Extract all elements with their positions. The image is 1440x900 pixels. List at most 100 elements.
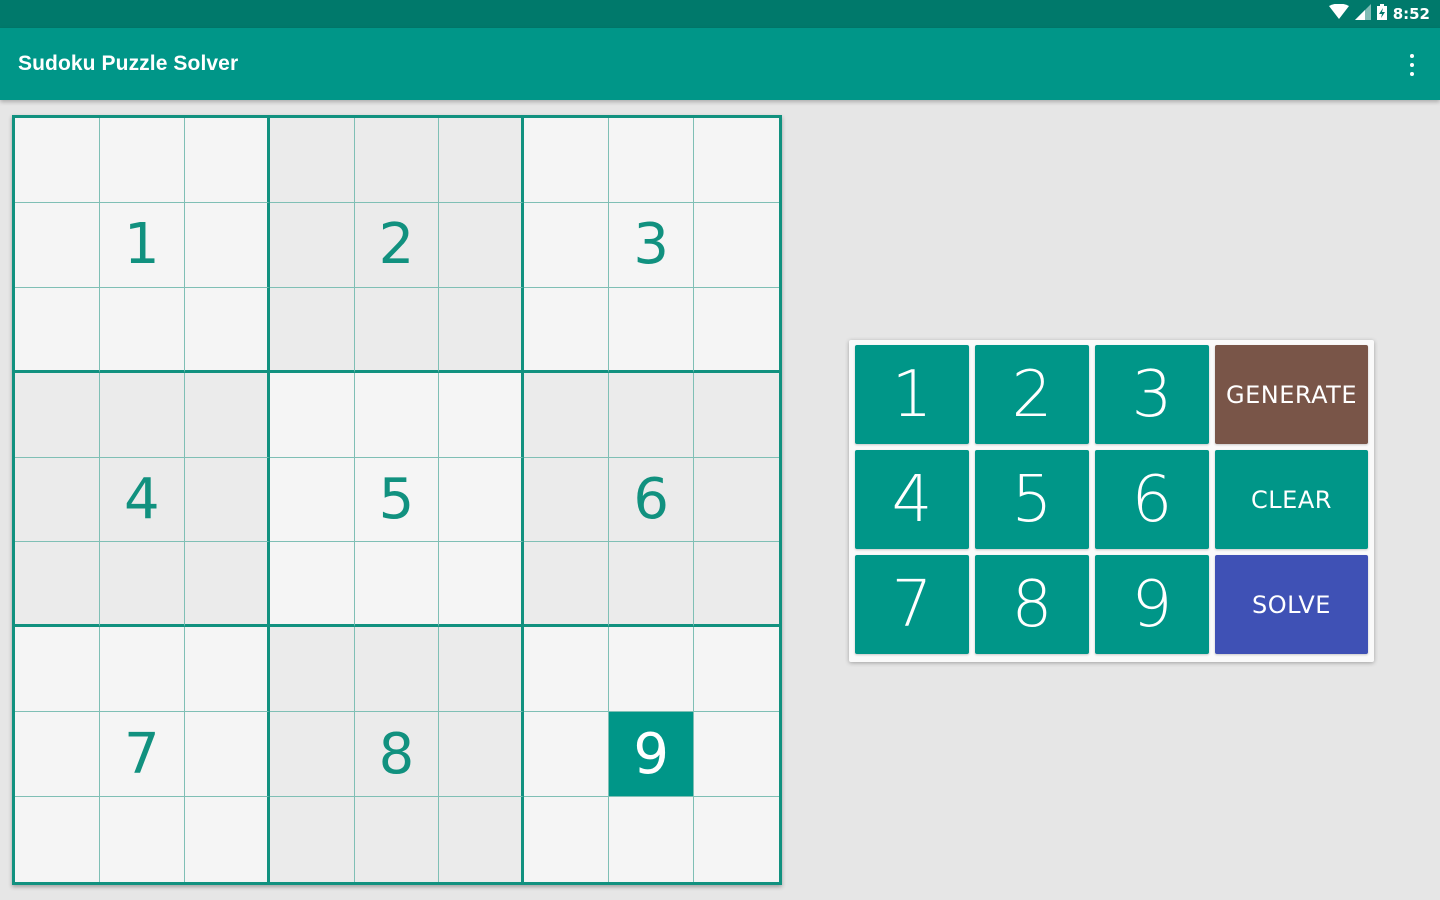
board-cell[interactable] [524,457,610,543]
board-cell[interactable] [609,797,695,882]
board-cell[interactable]: 1 [99,202,185,288]
board-cell[interactable] [15,118,100,203]
board-cell[interactable] [439,202,525,288]
board-cell[interactable] [184,457,270,543]
board-cell[interactable] [269,287,355,373]
key-6[interactable]: 6 [1095,450,1209,549]
board-cell[interactable]: 4 [99,457,185,543]
solve-button[interactable]: SOLVE [1215,555,1368,654]
board-cell[interactable]: 6 [609,457,695,543]
board-cell[interactable] [524,372,610,458]
battery-charging-icon [1376,3,1387,25]
board-cell[interactable] [184,712,270,798]
board-cell[interactable] [439,118,525,203]
board-cell[interactable] [15,627,100,713]
board-cell[interactable] [15,457,100,543]
key-1[interactable]: 1 [855,345,969,444]
board-cell[interactable] [524,287,610,373]
board-cell[interactable] [694,712,779,798]
board-cell[interactable]: 2 [354,202,440,288]
key-2[interactable]: 2 [975,345,1089,444]
key-7[interactable]: 7 [855,555,969,654]
board-cell[interactable] [99,118,185,203]
board-cell[interactable] [15,287,100,373]
status-bar: 8:52 [0,0,1440,28]
board-cell[interactable]: 8 [354,712,440,798]
key-4[interactable]: 4 [855,450,969,549]
board-cell[interactable] [184,118,270,203]
board-cell[interactable] [269,797,355,882]
board-cell[interactable] [439,627,525,713]
board-cell[interactable] [99,372,185,458]
board-cell[interactable] [99,797,185,882]
board-cell[interactable] [15,712,100,798]
board-cell[interactable] [694,797,779,882]
board-cell[interactable] [269,457,355,543]
board-cell[interactable] [184,797,270,882]
board-cell[interactable] [15,797,100,882]
key-9[interactable]: 9 [1095,555,1209,654]
board-cell[interactable] [354,118,440,203]
board-cell[interactable] [609,542,695,628]
board-cell[interactable]: 5 [354,457,440,543]
board-cell[interactable] [439,372,525,458]
board-cell[interactable] [694,372,779,458]
board-cell[interactable] [694,457,779,543]
board-cell[interactable] [694,118,779,203]
board-cell[interactable] [184,372,270,458]
board-cell[interactable] [269,118,355,203]
board-cell[interactable] [439,797,525,882]
board-cell[interactable] [354,372,440,458]
board-cell[interactable] [269,627,355,713]
more-vert-icon[interactable] [1406,54,1418,76]
board-cell[interactable] [269,202,355,288]
board-cell[interactable] [524,797,610,882]
board-cell[interactable] [15,542,100,628]
sudoku-board: 1 2 3 4 5 6 7 8 9 [12,115,782,885]
board-cell[interactable] [354,797,440,882]
board-cell[interactable] [609,627,695,713]
board-cell[interactable] [269,372,355,458]
menu-dot [1410,63,1414,67]
board-cell[interactable] [439,712,525,798]
board-cell[interactable] [99,542,185,628]
board-cell[interactable]: 9 [609,712,695,798]
board-cell[interactable] [524,542,610,628]
board-cell[interactable] [439,542,525,628]
board-cell[interactable] [354,627,440,713]
board-cell[interactable] [184,202,270,288]
board-cell[interactable] [184,627,270,713]
board-cell[interactable] [15,372,100,458]
board-cell[interactable]: 7 [99,712,185,798]
board-cell[interactable] [694,627,779,713]
board-cell[interactable]: 3 [609,202,695,288]
board-cell[interactable] [15,202,100,288]
board-cell[interactable] [524,202,610,288]
key-8[interactable]: 8 [975,555,1089,654]
board-cell[interactable] [269,712,355,798]
key-5[interactable]: 5 [975,450,1089,549]
board-cell[interactable] [694,202,779,288]
board-cell[interactable] [694,542,779,628]
board-cell[interactable] [354,287,440,373]
board-cell[interactable] [439,287,525,373]
board-cell[interactable] [99,287,185,373]
app-title: Sudoku Puzzle Solver [18,52,239,75]
board-cell[interactable] [609,118,695,203]
clear-button[interactable]: CLEAR [1215,450,1368,549]
board-cell[interactable] [184,287,270,373]
board-cell[interactable] [354,542,440,628]
board-cell[interactable] [524,118,610,203]
key-3[interactable]: 3 [1095,345,1209,444]
board-cell[interactable] [609,372,695,458]
board-cell[interactable] [694,287,779,373]
board-cell[interactable] [269,542,355,628]
board-cell[interactable] [184,542,270,628]
board-cell[interactable] [439,457,525,543]
board-cell[interactable] [524,712,610,798]
board-cell[interactable] [99,627,185,713]
generate-button[interactable]: GENERATE [1215,345,1368,444]
status-time: 8:52 [1392,5,1430,23]
board-cell[interactable] [609,287,695,373]
board-cell[interactable] [524,627,610,713]
